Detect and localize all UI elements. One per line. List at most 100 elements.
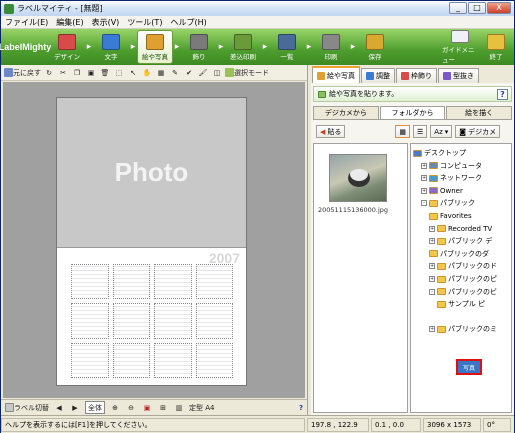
expander-icon[interactable]: + (429, 238, 435, 245)
frame-icon[interactable]: ▣ (141, 401, 153, 414)
main-button-6[interactable]: 印刷 (313, 30, 349, 64)
copy-icon[interactable]: ❐ (71, 66, 83, 79)
menu-file[interactable]: ファイル(E) (5, 17, 48, 28)
camera-button[interactable]: ◙ デジカメ (455, 125, 501, 138)
guide-menu-button[interactable]: ガイドメニュー (442, 30, 478, 64)
source-subtab-0[interactable]: デジカメから (313, 106, 379, 119)
tree-node[interactable]: + ネットワーク (421, 173, 482, 183)
tree-node[interactable]: + Recorded TV (429, 224, 492, 234)
expander-icon[interactable]: + (421, 175, 427, 182)
minimize-button[interactable]: _ (449, 2, 467, 14)
layout-icon[interactable]: ▥ (173, 401, 185, 414)
delete-icon[interactable]: 🗑 (99, 66, 111, 79)
tree-node[interactable]: - パブリックのビ (429, 287, 497, 297)
expander-icon[interactable]: + (429, 276, 435, 282)
zoom-all-button[interactable]: 全体 (85, 401, 105, 414)
undo-button[interactable]: 元に戻す (4, 66, 41, 79)
main-button-4[interactable]: 差込印刷 (225, 30, 261, 64)
tree-node[interactable]: パブリックのダ (429, 249, 489, 259)
maximize-button[interactable]: □ (468, 2, 486, 14)
tree-node[interactable]: Favorites (429, 211, 472, 221)
thumbnail-list[interactable]: 20051115136000.jpg (313, 143, 408, 413)
exit-button[interactable]: 終了 (478, 30, 514, 64)
redo-icon[interactable]: ↻ (43, 66, 55, 79)
main-button-label: 一覧 (280, 52, 294, 61)
select-icon[interactable]: ⬚ (113, 66, 125, 79)
calendar-month (71, 303, 109, 339)
expander-icon[interactable]: + (429, 326, 435, 333)
expander-icon[interactable]: + (421, 162, 427, 169)
tree-node[interactable]: + パブリックのド (429, 261, 497, 271)
select-mode-button[interactable]: 選択モード (225, 66, 269, 79)
main-button-1[interactable]: 文字 (93, 30, 129, 64)
tab-label: 調整 (376, 72, 390, 80)
menu-view[interactable]: 表示(V) (92, 17, 120, 28)
paste-image-button[interactable]: ◀ 貼る (316, 125, 346, 138)
main-button-label: 飾り (192, 52, 206, 61)
expander-icon[interactable]: - (421, 200, 427, 207)
calendar-month (195, 342, 233, 378)
label-switch-button[interactable]: ラベル切替 (5, 401, 49, 414)
panel-tab-2[interactable]: 枠飾り (396, 68, 437, 83)
panel-tab-0[interactable]: 絵や写真 (312, 66, 360, 83)
cut-icon[interactable]: ✂ (57, 66, 69, 79)
tree-node[interactable]: + Owner (421, 186, 463, 196)
tree-node[interactable]: + パブリック デ (429, 236, 492, 246)
panel-help-button[interactable]: ? (497, 89, 508, 100)
calendar-grid[interactable] (71, 264, 233, 378)
source-subtab-1[interactable]: フォルダから (379, 106, 446, 119)
close-button[interactable]: X (487, 2, 511, 14)
calendar-month (154, 264, 192, 300)
eraser-icon[interactable]: ◫ (211, 66, 223, 79)
label-page[interactable]: Photo 2007 (56, 97, 247, 386)
main-button-7[interactable]: 保存 (357, 30, 393, 64)
folder-tree[interactable]: 写真 デスクトップ + コンピュータ + ネットワーク + Owner - パブリック Favor… (410, 143, 512, 413)
grid-icon[interactable]: ⊞ (157, 401, 169, 414)
sort-button[interactable]: Az ▾ (430, 125, 453, 138)
main-button-2[interactable]: 絵や写真 (137, 30, 173, 64)
zoom-out-icon[interactable]: ⊖ (125, 401, 137, 414)
panel-tab-1[interactable]: 調整 (361, 68, 395, 83)
expander-icon[interactable]: + (421, 187, 427, 194)
tree-node[interactable]: + パブリックのミ (429, 324, 497, 334)
expander-icon[interactable]: + (429, 263, 435, 270)
expander-icon[interactable]: - (429, 288, 435, 295)
tab-icon (443, 72, 451, 80)
panel-tab-3[interactable]: 型抜き (438, 68, 479, 83)
view-list-button[interactable]: ☰ (413, 125, 428, 138)
menu-tools[interactable]: ツール(T) (127, 17, 162, 28)
prev-arrow-icon[interactable]: ◀ (53, 401, 65, 414)
photo-placeholder[interactable]: Photo (57, 98, 246, 248)
image-icon (146, 33, 164, 50)
next-arrow-icon[interactable]: ▶ (69, 401, 81, 414)
tree-node[interactable]: + コンピュータ (421, 161, 482, 171)
main-button-3[interactable]: 飾り (181, 30, 217, 64)
calendar-month (71, 342, 109, 378)
zoom-in-icon[interactable]: ⊕ (109, 401, 121, 414)
check-icon[interactable]: ✔ (183, 66, 195, 79)
tree-node[interactable]: サンプル ピ (437, 299, 485, 309)
main-button-5[interactable]: 一覧 (269, 30, 305, 64)
view-thumbs-button[interactable]: ▦ (395, 125, 411, 138)
paste-icon[interactable]: ▣ (85, 66, 97, 79)
help-icon[interactable]: ? (295, 401, 307, 414)
tree-node-label: Recorded TV (448, 224, 493, 233)
hand-icon[interactable]: ✋ (141, 66, 153, 79)
highlighted-folder[interactable]: 写真 (456, 359, 482, 375)
menu-help[interactable]: ヘルプ(H) (170, 17, 206, 28)
tree-node[interactable]: + パブリックのピ (429, 274, 497, 284)
main-button-0[interactable]: デザイン (49, 30, 85, 64)
expander-icon[interactable]: + (429, 225, 435, 232)
tree-node[interactable]: - パブリック (421, 198, 475, 208)
pointer-icon[interactable]: ↖ (127, 66, 139, 79)
image-thumbnail[interactable] (329, 154, 387, 202)
brush-icon[interactable]: 🖌 (197, 66, 209, 79)
mailmerge-icon (234, 33, 252, 50)
source-subtab-2[interactable]: 絵を描く (446, 106, 513, 119)
guide-icon (451, 30, 469, 43)
tree-node[interactable]: デスクトップ (413, 148, 466, 158)
design-canvas[interactable]: Photo 2007 (3, 82, 305, 398)
menu-edit[interactable]: 編集(E) (56, 17, 83, 28)
pen-icon[interactable]: ✎ (169, 66, 181, 79)
group-icon[interactable]: ▦ (155, 66, 167, 79)
